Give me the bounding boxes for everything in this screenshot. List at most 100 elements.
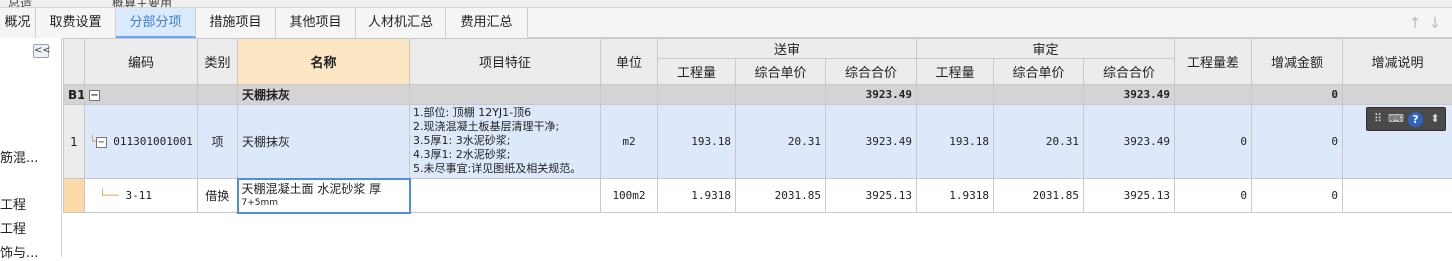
submitted-unit-price-cell[interactable] [736,85,826,105]
unit-cell[interactable]: 100m2 [601,179,658,213]
submitted-total-cell[interactable]: 3925.13 [826,179,917,213]
quantity-diff-cell[interactable] [1175,85,1252,105]
submitted-quantity-header[interactable]: 工程量 [658,59,736,85]
submitted-unit-price-header[interactable]: 综合单价 [736,59,826,85]
unit-cell[interactable] [601,85,658,105]
help-icon[interactable]: ? [1408,112,1423,127]
name-value: 天棚混凝土面 水泥砂浆 厚 [242,182,382,196]
tab-resource-summary[interactable]: 人材机汇总 [356,8,446,38]
division-row[interactable]: B1 − 天棚抹灰 3923.49 3923.49 0 [64,85,1452,105]
row-index [64,179,85,213]
code-cell[interactable]: └− 011301001001 [85,105,198,179]
left-nav-item[interactable]: 饰与... [0,242,38,261]
quantity-diff-cell[interactable]: 0 [1175,179,1252,213]
top-strip-left-text: 总造 [8,0,32,8]
name-value-line2: 7+5mm [242,196,406,210]
collapse-node-icon[interactable]: − [89,90,100,101]
change-note-column-header[interactable]: 增减说明 [1343,39,1452,85]
submitted-quantity-cell[interactable]: 1.9318 [658,179,736,213]
feature-line: 5.未尽事宜:详见图纸及相关规范。 [413,162,597,176]
feature-cell[interactable] [410,85,601,105]
dropdown-icon[interactable]: ⬍ [1427,112,1443,126]
top-strip-right-text: 概算主要用 [112,0,172,8]
reviewed-quantity-cell[interactable]: 1.9318 [917,179,994,213]
reviewed-quantity-cell[interactable] [917,85,994,105]
left-nav-item[interactable]: 工程 [0,194,26,213]
amount-change-cell[interactable]: 0 [1252,105,1343,179]
row-index: B1 [64,85,85,105]
submitted-unit-price-cell[interactable]: 20.31 [736,105,826,179]
amount-change-cell[interactable]: 0 [1252,179,1343,213]
move-down-icon[interactable]: ↓ [1428,15,1442,31]
reviewed-total-cell[interactable]: 3923.49 [1084,85,1175,105]
submitted-total-cell[interactable]: 3923.49 [826,105,917,179]
type-cell[interactable] [198,85,238,105]
bill-item-row[interactable]: 1 └− 011301001001 项 天棚抹灰 1.部位: 顶棚 12YJ1-… [64,105,1452,179]
submitted-total-cell[interactable]: 3923.49 [826,85,917,105]
quantity-diff-cell[interactable]: 0 [1175,105,1252,179]
type-cell[interactable]: 项 [198,105,238,179]
amount-change-cell[interactable]: 0 [1252,85,1343,105]
unit-column-header[interactable]: 单位 [601,39,658,85]
reviewed-unit-price-cell[interactable]: 2031.85 [994,179,1084,213]
feature-line: 3.5厚1: 3水泥砂浆; [413,134,597,148]
reviewed-unit-price-header[interactable]: 综合单价 [994,59,1084,85]
code-value: 011301001001 [113,135,192,148]
row-index: 1 [64,105,85,179]
feature-line: 4.3厚1: 2水泥砂浆; [413,148,597,162]
unit-cell[interactable]: m2 [601,105,658,179]
type-column-header[interactable]: 类别 [198,39,238,85]
submitted-unit-price-cell[interactable]: 2031.85 [736,179,826,213]
amount-change-column-header[interactable]: 增减金额 [1252,39,1343,85]
feature-line: 2.现浇混凝土板基层清理干净; [413,120,597,134]
code-column-header[interactable]: 编码 [85,39,198,85]
feature-line: 1.部位: 顶棚 12YJ1-顶6 [413,106,597,120]
feature-cell[interactable] [410,179,601,213]
reviewed-unit-price-cell[interactable]: 20.31 [994,105,1084,179]
submitted-quantity-cell[interactable] [658,85,736,105]
move-up-icon[interactable]: ↑ [1408,15,1422,31]
tab-bar: 概况 取费设置 分部分项 措施项目 其他项目 人材机汇总 费用汇总 ↑ ↓ [0,8,1452,38]
reviewed-total-header[interactable]: 综合合价 [1084,59,1175,85]
bill-table: 编码 类别 名称 项目特征 单位 送审 审定 工程量差 增减金额 增减说明 工程… [63,38,1452,214]
left-panel: << 筋混... 工程 工程 饰与... [0,38,62,257]
feature-column-header[interactable]: 项目特征 [410,39,601,85]
row-index-header [64,39,85,85]
code-cell[interactable]: − [85,85,198,105]
submitted-quantity-cell[interactable]: 193.18 [658,105,736,179]
feature-cell[interactable]: 1.部位: 顶棚 12YJ1-顶6 2.现浇混凝土板基层清理干净; 3.5厚1:… [410,105,601,179]
reviewed-total-cell[interactable]: 3925.13 [1084,179,1175,213]
left-nav-item[interactable]: 工程 [0,218,26,237]
keyboard-icon[interactable]: ⌨ [1388,112,1404,126]
reviewed-unit-price-cell[interactable] [994,85,1084,105]
name-column-header[interactable]: 名称 [238,39,410,85]
tab-overview[interactable]: 概况 [0,8,36,38]
submitted-total-header[interactable]: 综合合价 [826,59,917,85]
submitted-group-header: 送审 [658,39,917,59]
grip-icon[interactable]: ⠿ [1370,112,1386,126]
tab-measures[interactable]: 措施项目 [196,8,276,38]
change-note-cell[interactable] [1343,179,1452,213]
quantity-diff-column-header[interactable]: 工程量差 [1175,39,1252,85]
name-cell[interactable]: 天棚抹灰 [238,105,410,179]
name-cell[interactable]: 天棚抹灰 [238,85,410,105]
tab-other-items[interactable]: 其他项目 [276,8,356,38]
code-cell[interactable]: └── 3-11 [85,179,198,213]
change-note-cell[interactable] [1343,85,1452,105]
tab-cost-summary[interactable]: 费用汇总 [446,8,528,38]
tab-fee-settings[interactable]: 取费设置 [36,8,116,38]
collapse-panel-button[interactable]: << [33,44,49,58]
left-nav-item[interactable]: 筋混... [0,147,38,166]
floating-toolbar: ⠿ ⌨ ? ⬍ [1366,107,1446,131]
reviewed-quantity-header[interactable]: 工程量 [917,59,994,85]
reviewed-quantity-cell[interactable]: 193.18 [917,105,994,179]
quota-row[interactable]: └── 3-11 借换 天棚混凝土面 水泥砂浆 厚 7+5mm 100m2 1.… [64,179,1452,213]
sections-grid: 编码 类别 名称 项目特征 单位 送审 审定 工程量差 增减金额 增减说明 工程… [63,38,1452,257]
reviewed-total-cell[interactable]: 3923.49 [1084,105,1175,179]
tab-sections[interactable]: 分部分项 [116,8,196,38]
code-value: 3-11 [126,189,153,202]
reviewed-group-header: 审定 [917,39,1175,59]
collapse-node-icon[interactable]: − [96,137,107,148]
type-cell[interactable]: 借换 [198,179,238,213]
name-edit-cell[interactable]: 天棚混凝土面 水泥砂浆 厚 7+5mm [238,179,410,213]
